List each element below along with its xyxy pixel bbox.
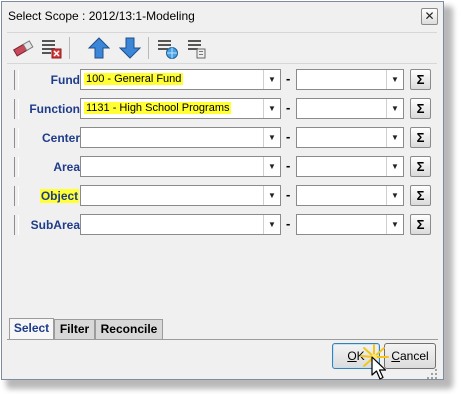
row-marker [14, 70, 19, 90]
range-dash: - [286, 158, 291, 173]
chevron-down-icon[interactable]: ▼ [263, 215, 280, 234]
row-label-fund: Fund [50, 73, 80, 87]
subarea-from-dropdown[interactable]: ▼ [80, 214, 281, 235]
sigma-button[interactable]: Σ [410, 98, 431, 119]
range-dash: - [286, 129, 291, 144]
sigma-icon: Σ [416, 217, 425, 232]
range-dash: - [286, 100, 291, 115]
toolbar [7, 32, 437, 64]
range-dash: - [286, 216, 291, 231]
range-dash: - [286, 71, 291, 86]
scope-row-fund: Fund 100 - General Fund ▼ - ▼ Σ [7, 68, 437, 94]
function-from-value: 1131 - High School Programs [84, 102, 232, 114]
row-label-object: Object [39, 189, 80, 203]
sigma-button[interactable]: Σ [410, 69, 431, 90]
sigma-button[interactable]: Σ [410, 127, 431, 148]
chevron-down-icon[interactable]: ▼ [386, 157, 403, 176]
range-dash: - [286, 187, 291, 202]
sigma-icon: Σ [416, 159, 425, 174]
row-label-subarea: SubArea [30, 218, 80, 232]
arrow-down-icon[interactable] [118, 36, 142, 60]
row-marker [14, 186, 19, 206]
scope-row-subarea: SubArea ▼ - ▼ Σ [7, 213, 437, 239]
row-marker [14, 157, 19, 177]
chevron-down-icon[interactable]: ▼ [386, 186, 403, 205]
sigma-button[interactable]: Σ [410, 156, 431, 177]
row-label-object-text: Object [39, 189, 80, 203]
center-from-dropdown[interactable]: ▼ [80, 127, 281, 148]
sigma-icon: Σ [416, 188, 425, 203]
scope-row-area: Area ▼ - ▼ Σ [7, 155, 437, 181]
scope-row-object: Object ▼ - ▼ Σ [7, 184, 437, 210]
chevron-down-icon[interactable]: ▼ [263, 70, 280, 89]
function-from-dropdown[interactable]: 1131 - High School Programs ▼ [80, 98, 281, 119]
function-to-dropdown[interactable]: ▼ [296, 98, 404, 119]
fund-from-dropdown[interactable]: 100 - General Fund ▼ [80, 69, 281, 90]
fund-from-value: 100 - General Fund [84, 73, 184, 85]
window-title: Select Scope : 2012/13:1-Modeling [8, 9, 195, 23]
arrow-up-icon[interactable] [87, 36, 111, 60]
close-button[interactable]: ✕ [421, 8, 438, 25]
tab-divider [7, 339, 438, 340]
cancel-button-mnemonic: C [391, 349, 400, 363]
list-copy-icon[interactable] [185, 36, 209, 60]
subarea-to-dropdown[interactable]: ▼ [296, 214, 404, 235]
sigma-icon: Σ [416, 101, 425, 116]
sigma-icon: Σ [416, 72, 425, 87]
title-bar[interactable]: Select Scope : 2012/13:1-Modeling ✕ [2, 2, 443, 30]
eraser-icon[interactable] [11, 36, 35, 60]
mouse-cursor-icon [371, 356, 387, 380]
fund-to-dropdown[interactable]: ▼ [296, 69, 404, 90]
list-globe-icon[interactable] [155, 36, 179, 60]
toolbar-separator [69, 37, 70, 59]
object-to-dropdown[interactable]: ▼ [296, 185, 404, 206]
sigma-icon: Σ [416, 130, 425, 145]
chevron-down-icon[interactable]: ▼ [263, 99, 280, 118]
row-label-function: Function [29, 102, 80, 116]
object-from-dropdown[interactable]: ▼ [80, 185, 281, 206]
row-label-center: Center [41, 131, 80, 145]
center-to-dropdown[interactable]: ▼ [296, 127, 404, 148]
sigma-button[interactable]: Σ [410, 214, 431, 235]
select-scope-dialog: Select Scope : 2012/13:1-Modeling ✕ Fund… [1, 1, 444, 380]
toolbar-separator [148, 37, 149, 59]
cancel-button-label: ancel [399, 349, 429, 363]
resize-grip-icon[interactable] [426, 368, 438, 380]
sigma-button[interactable]: Σ [410, 185, 431, 206]
tab-select[interactable]: Select [9, 318, 54, 339]
chevron-down-icon[interactable]: ▼ [386, 70, 403, 89]
tab-reconcile[interactable]: Reconcile [95, 319, 163, 339]
close-icon: ✕ [424, 9, 435, 23]
row-marker [14, 128, 19, 148]
scope-content-area [7, 245, 437, 319]
row-marker [14, 99, 19, 119]
area-from-dropdown[interactable]: ▼ [80, 156, 281, 177]
row-label-area: Area [53, 160, 80, 174]
chevron-down-icon[interactable]: ▼ [263, 186, 280, 205]
row-marker [14, 215, 19, 235]
list-delete-icon[interactable] [39, 36, 63, 60]
chevron-down-icon[interactable]: ▼ [386, 215, 403, 234]
chevron-down-icon[interactable]: ▼ [263, 157, 280, 176]
scope-row-function: Function 1131 - High School Programs ▼ -… [7, 97, 437, 123]
scope-row-center: Center ▼ - ▼ Σ [7, 126, 437, 152]
chevron-down-icon[interactable]: ▼ [386, 128, 403, 147]
chevron-down-icon[interactable]: ▼ [263, 128, 280, 147]
ok-button-mnemonic: O [347, 349, 357, 363]
area-to-dropdown[interactable]: ▼ [296, 156, 404, 177]
chevron-down-icon[interactable]: ▼ [386, 99, 403, 118]
tab-filter[interactable]: Filter [54, 319, 95, 339]
